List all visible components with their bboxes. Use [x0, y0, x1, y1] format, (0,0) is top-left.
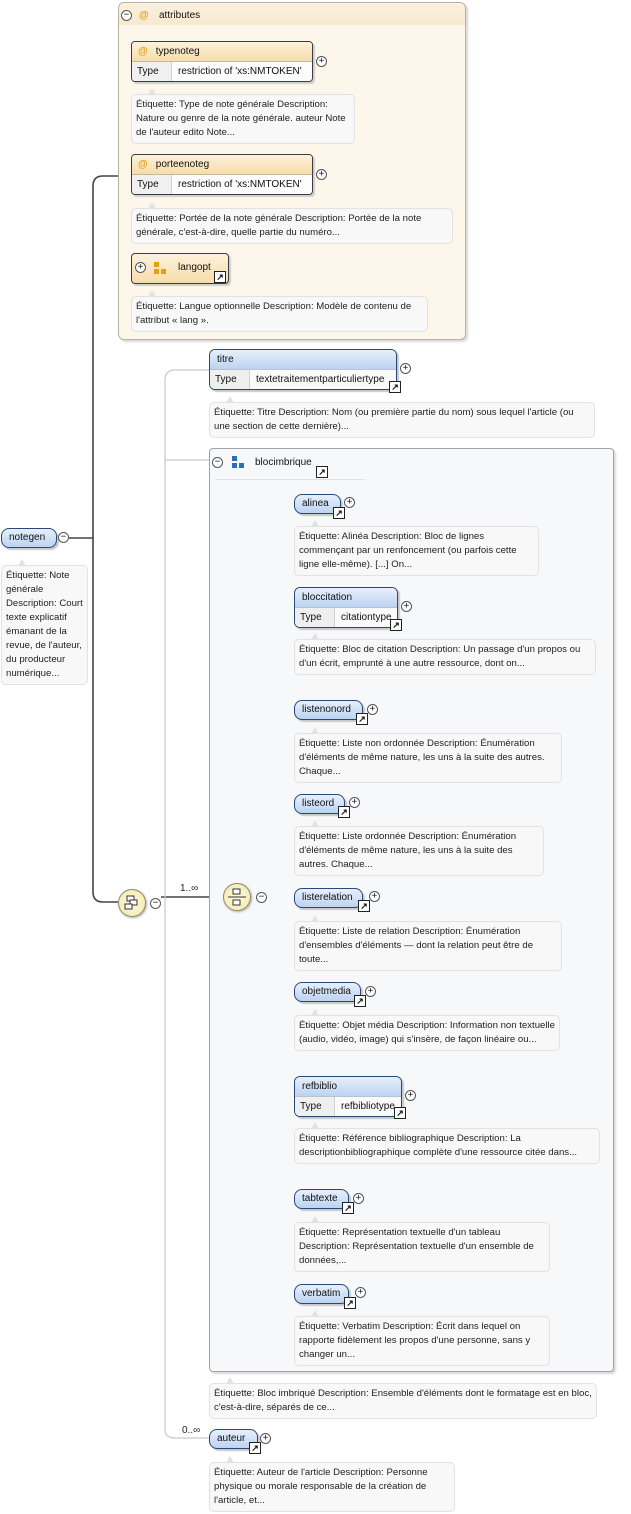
expand-toggle[interactable]: + [405, 1090, 416, 1101]
expand-toggle[interactable]: + [344, 497, 355, 508]
expand-toggle[interactable]: + [349, 797, 360, 808]
group-header-rule [215, 479, 365, 480]
reference-icon[interactable]: ↗ [316, 466, 328, 478]
attribute-name: porteenoteg [155, 159, 210, 170]
reference-icon[interactable]: ↗ [358, 900, 370, 912]
element-name: bloccitation [295, 588, 397, 608]
element-name: refbiblio [295, 1077, 401, 1097]
sequence-icon [124, 895, 138, 910]
expand-toggle[interactable]: + [260, 1433, 271, 1444]
annotation-langopt: Étiquette: Langue optionnelle Descriptio… [131, 290, 428, 332]
sequence-compositor-inner[interactable] [223, 883, 251, 911]
multiplicity-label: 1..∞ [180, 883, 199, 894]
annotation-typenoteg: Étiquette: Type de note générale Descrip… [131, 88, 355, 144]
expand-toggle[interactable]: + [401, 601, 412, 612]
expand-toggle[interactable]: + [369, 891, 380, 902]
annotation-blocimbrique: Étiquette: Bloc imbriqué Description: En… [209, 1377, 597, 1419]
expand-toggle[interactable]: + [353, 1193, 364, 1204]
attribute-group-name: langopt [178, 262, 211, 273]
element-listenonord[interactable]: listenonord [294, 700, 363, 720]
element-verbatim[interactable]: verbatim [294, 1284, 349, 1304]
type-value: restriction of 'xs:NMTOKEN' [178, 66, 302, 77]
type-label: Type [132, 175, 172, 194]
group-icon [232, 456, 244, 468]
expand-toggle[interactable]: + [400, 363, 411, 374]
element-tabtexte[interactable]: tabtexte [294, 1189, 349, 1209]
type-value: refbibliotype [341, 1101, 395, 1112]
type-label: Type [295, 608, 335, 627]
collapse-toggle[interactable]: − [212, 457, 223, 468]
type-value: citationtype [341, 612, 392, 623]
element-objetmedia[interactable]: objetmedia [294, 982, 361, 1002]
element-refbiblio[interactable]: refbiblio Type refbibliotype [294, 1076, 402, 1117]
attribute-porteenoteg[interactable]: @ porteenoteg Type restriction of 'xs:NMTO… [131, 154, 313, 195]
reference-icon[interactable]: ↗ [333, 507, 345, 519]
type-label: Type [132, 62, 172, 81]
group-name: blocimbrique [255, 457, 312, 468]
reference-icon[interactable]: ↗ [344, 1297, 356, 1309]
annotation-bloccitation: Étiquette: Bloc de citation Description:… [294, 633, 596, 675]
expand-toggle[interactable]: + [355, 1287, 366, 1298]
reference-icon[interactable]: ↗ [356, 713, 368, 725]
expand-toggle[interactable]: + [367, 704, 378, 715]
attribute-icon: @ [138, 46, 148, 57]
reference-icon[interactable]: ↗ [249, 1442, 261, 1454]
annotation-auteur: Étiquette: Auteur de l'article Descripti… [209, 1456, 455, 1512]
annotation-refbiblio: Étiquette: Référence bibliographique Des… [294, 1122, 600, 1164]
annotation-listeord: Étiquette: Liste ordonnée Description: É… [294, 820, 544, 876]
expand-toggle[interactable]: + [316, 169, 327, 180]
element-listerelation[interactable]: listerelation [294, 888, 363, 908]
sequence-icon [228, 888, 246, 906]
attribute-icon: @ [139, 10, 149, 21]
collapse-toggle[interactable]: − [150, 898, 161, 909]
annotation-titre: Étiquette: Titre Description: Nom (ou pr… [209, 396, 595, 438]
reference-icon[interactable]: ↗ [342, 1202, 354, 1214]
root-element-notegen[interactable]: notegen [1, 528, 57, 548]
element-titre[interactable]: titre Type textetraitementparticuliertype [209, 349, 397, 390]
collapse-toggle[interactable]: − [121, 10, 132, 21]
collapse-toggle[interactable]: − [58, 532, 69, 543]
multiplicity-label: 0..∞ [182, 1425, 201, 1436]
annotation-listenonord: Étiquette: Liste non ordonnée Descriptio… [294, 727, 562, 783]
reference-icon[interactable]: ↗ [338, 806, 350, 818]
annotation-notegen: Étiquette: Note générale Description: Co… [1, 559, 88, 685]
type-label: Type [210, 370, 250, 389]
attribute-group-icon [154, 262, 166, 274]
type-value: textetraitementparticuliertype [256, 374, 385, 385]
attribute-typenoteg[interactable]: @ typenoteg Type restriction of 'xs:NMTOKE… [131, 41, 313, 82]
attributes-label: attributes [159, 10, 201, 21]
annotation-tabtexte: Étiquette: Représentation textuelle d'un… [294, 1216, 550, 1272]
expand-toggle[interactable]: + [365, 986, 376, 997]
reference-icon[interactable]: ↗ [390, 619, 402, 631]
collapse-toggle[interactable]: − [256, 892, 267, 903]
expand-toggle[interactable]: + [135, 262, 146, 273]
type-label: Type [295, 1097, 335, 1116]
reference-icon[interactable]: ↗ [214, 271, 226, 283]
annotation-verbatim: Étiquette: Verbatim Description: Écrit d… [294, 1310, 550, 1366]
annotation-porteenoteg: Étiquette: Portée de la note générale De… [131, 202, 453, 244]
reference-icon[interactable]: ↗ [394, 1107, 406, 1119]
attribute-name: typenoteg [155, 46, 200, 57]
attribute-icon: @ [138, 159, 148, 170]
expand-toggle[interactable]: + [316, 56, 327, 67]
type-value: restriction of 'xs:NMTOKEN' [178, 179, 302, 190]
annotation-objetmedia: Étiquette: Objet média Description: Info… [294, 1009, 560, 1051]
annotation-alinea: Étiquette: Alinéa Description: Bloc de l… [294, 520, 539, 576]
reference-icon[interactable]: ↗ [354, 995, 366, 1007]
element-bloccitation[interactable]: bloccitation Type citationtype [294, 587, 398, 628]
annotation-listerelation: Étiquette: Liste de relation Description… [294, 915, 562, 971]
element-name: titre [210, 350, 396, 370]
reference-icon[interactable]: ↗ [389, 381, 401, 393]
sequence-compositor[interactable] [118, 889, 146, 917]
